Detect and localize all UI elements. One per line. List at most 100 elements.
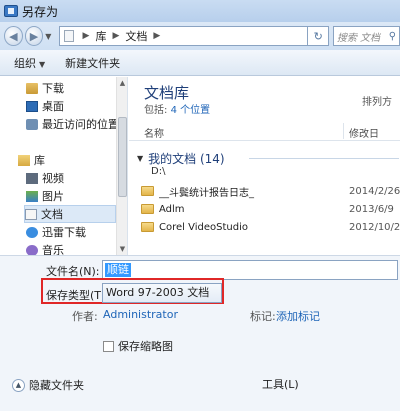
scrollbar-thumb[interactable] bbox=[118, 117, 127, 197]
sidebar-item-videos[interactable]: 视频 bbox=[26, 169, 127, 187]
sidebar-scrollbar[interactable]: ▲ ▼ bbox=[116, 77, 127, 255]
tags-label: 标记: bbox=[250, 310, 276, 323]
library-includes: 包括: 4 个位置 bbox=[144, 101, 210, 116]
sidebar-item-recent[interactable]: 最近访问的位置 bbox=[26, 115, 127, 133]
organize-label: 组织 bbox=[14, 56, 36, 70]
navigation-pane: 下载 桌面 最近访问的位置 库 视频 图片 文档 迅雷下载 音乐 ▲ ▼ bbox=[0, 77, 128, 255]
sidebar-item-label: 库 bbox=[34, 154, 45, 167]
sidebar-item-label: 音乐 bbox=[42, 244, 64, 255]
chevron-right-icon[interactable]: ▶ bbox=[112, 31, 119, 41]
chevron-down-icon: ▼ bbox=[39, 59, 46, 69]
author-label: 作者: bbox=[72, 310, 98, 323]
folder-icon bbox=[141, 204, 154, 214]
thunder-icon bbox=[26, 226, 38, 238]
sidebar-item-label: 文档 bbox=[41, 208, 63, 221]
includes-label: 包括: bbox=[144, 105, 168, 116]
checkbox-box[interactable] bbox=[103, 340, 114, 352]
file-date: 2012/10/2 bbox=[349, 221, 400, 233]
column-date[interactable]: 修改日 bbox=[349, 125, 379, 140]
list-item[interactable]: __斗鬓统计报告日志_ 2014/2/26 bbox=[141, 183, 400, 199]
group-title: 我的文档 (14) bbox=[148, 152, 225, 166]
music-icon bbox=[26, 244, 38, 255]
breadcrumb[interactable]: ▶ 库 ▶ 文档 ▶ bbox=[58, 26, 309, 46]
filename-field[interactable]: 顺链 bbox=[102, 260, 398, 280]
desktop-icon bbox=[26, 100, 38, 112]
list-item[interactable]: Adlm 2013/6/9 bbox=[141, 201, 400, 217]
documents-icon bbox=[25, 208, 37, 220]
window-title: 另存为 bbox=[22, 4, 59, 19]
author-value[interactable]: Administrator bbox=[103, 308, 178, 321]
back-arrow-icon: ◀ bbox=[9, 29, 18, 43]
savetype-label: 保存类型(T): bbox=[46, 289, 110, 302]
file-date: 2013/6/9 bbox=[349, 203, 394, 215]
sidebar-item-label: 下载 bbox=[42, 82, 64, 95]
sidebar-item-documents[interactable]: 文档 bbox=[24, 205, 116, 223]
filename-label: 文件名(N): bbox=[46, 265, 100, 278]
search-input[interactable]: 搜索 文档 ⚲ bbox=[332, 26, 400, 46]
sidebar-item-thunder-downloads[interactable]: 迅雷下载 bbox=[26, 223, 127, 241]
hide-folders-button[interactable]: ▲ 隐藏文件夹 bbox=[12, 377, 84, 393]
chevron-right-icon[interactable]: ▶ bbox=[83, 31, 90, 41]
add-tag-link[interactable]: 添加标记 bbox=[276, 308, 320, 324]
organize-button[interactable]: 组织 ▼ bbox=[14, 55, 45, 71]
library-title: 文档库 bbox=[144, 84, 190, 102]
command-bar: 组织 ▼ 新建文件夹 bbox=[0, 50, 400, 76]
column-header: 名称 修改日 bbox=[129, 121, 400, 141]
file-name: __斗鬓统计报告日志_ bbox=[159, 187, 254, 199]
scroll-up-icon[interactable]: ▲ bbox=[117, 79, 127, 87]
group-header[interactable]: ▼ 我的文档 (14) bbox=[137, 150, 225, 167]
pictures-icon bbox=[26, 190, 38, 202]
group-path: D:\ bbox=[151, 166, 166, 177]
savetype-select[interactable]: Word 97-2003 文档 bbox=[102, 283, 222, 303]
breadcrumb-library[interactable]: 库 bbox=[95, 28, 106, 44]
sidebar-item-label: 视频 bbox=[42, 172, 64, 185]
search-placeholder: 搜索 文档 bbox=[336, 32, 381, 44]
chevron-up-icon: ▲ bbox=[12, 378, 25, 392]
locations-link[interactable]: 4 个位置 bbox=[171, 105, 211, 116]
folder-icon bbox=[141, 186, 154, 196]
new-folder-button[interactable]: 新建文件夹 bbox=[65, 55, 120, 71]
app-icon bbox=[4, 5, 18, 17]
title-bar: 另存为 bbox=[0, 0, 400, 22]
back-button[interactable]: ◀ bbox=[4, 26, 23, 46]
forward-button[interactable]: ▶ bbox=[24, 26, 44, 46]
sidebar-item-label: 图片 bbox=[42, 190, 64, 203]
group-divider bbox=[249, 158, 399, 159]
column-divider[interactable] bbox=[343, 123, 344, 139]
sidebar-item-label: 最近访问的位置 bbox=[42, 118, 119, 131]
sidebar-item-desktop[interactable]: 桌面 bbox=[26, 97, 127, 115]
file-list-pane: 文档库 包括: 4 个位置 排列方 名称 修改日 ▼ 我的文档 (14) D:\… bbox=[129, 77, 400, 255]
download-folder-icon bbox=[26, 82, 38, 94]
column-name[interactable]: 名称 bbox=[144, 125, 164, 140]
sidebar-item-library[interactable]: 库 bbox=[18, 151, 127, 169]
filename-value: 顺链 bbox=[105, 263, 131, 277]
sidebar-item-downloads[interactable]: 下载 bbox=[26, 79, 127, 97]
file-name: Adlm bbox=[159, 203, 185, 215]
forward-arrow-icon: ▶ bbox=[29, 29, 39, 43]
breadcrumb-documents[interactable]: 文档 bbox=[125, 28, 147, 44]
sidebar-item-label: 迅雷下载 bbox=[42, 226, 86, 239]
video-icon bbox=[26, 172, 38, 184]
list-item[interactable]: Corel VideoStudio 2012/10/2 bbox=[141, 219, 400, 235]
save-thumbnail-checkbox[interactable]: 保存缩略图 bbox=[103, 338, 173, 354]
sidebar-item-label: 桌面 bbox=[42, 100, 64, 113]
file-name: Corel VideoStudio bbox=[159, 221, 248, 233]
chevron-right-icon[interactable]: ▶ bbox=[153, 31, 160, 41]
thumbnail-label: 保存缩略图 bbox=[118, 340, 173, 353]
refresh-button[interactable]: ↻ bbox=[308, 26, 329, 46]
tools-button[interactable]: 工具(L) bbox=[262, 376, 299, 392]
library-icon bbox=[18, 154, 30, 166]
chevron-down-icon: ▼ bbox=[137, 154, 144, 163]
recent-places-icon bbox=[26, 118, 38, 130]
scroll-down-icon[interactable]: ▼ bbox=[117, 245, 127, 253]
save-form: 文件名(N): 顺链 保存类型(T): Word 97-2003 文档 作者: … bbox=[0, 255, 400, 411]
search-icon: ⚲ bbox=[388, 30, 397, 42]
sidebar-item-pictures[interactable]: 图片 bbox=[26, 187, 127, 205]
folder-icon bbox=[63, 30, 74, 42]
sidebar-item-music[interactable]: 音乐 bbox=[26, 241, 127, 255]
arrange-by-label[interactable]: 排列方 bbox=[362, 93, 392, 108]
hide-folders-label: 隐藏文件夹 bbox=[29, 379, 84, 392]
address-bar: ◀ ▶ ▼ ▶ 库 ▶ 文档 ▶ ↻ 搜索 文档 ⚲ bbox=[0, 22, 400, 50]
recent-pages-dropdown[interactable]: ▼ bbox=[45, 32, 54, 41]
refresh-icon: ↻ bbox=[313, 29, 323, 43]
